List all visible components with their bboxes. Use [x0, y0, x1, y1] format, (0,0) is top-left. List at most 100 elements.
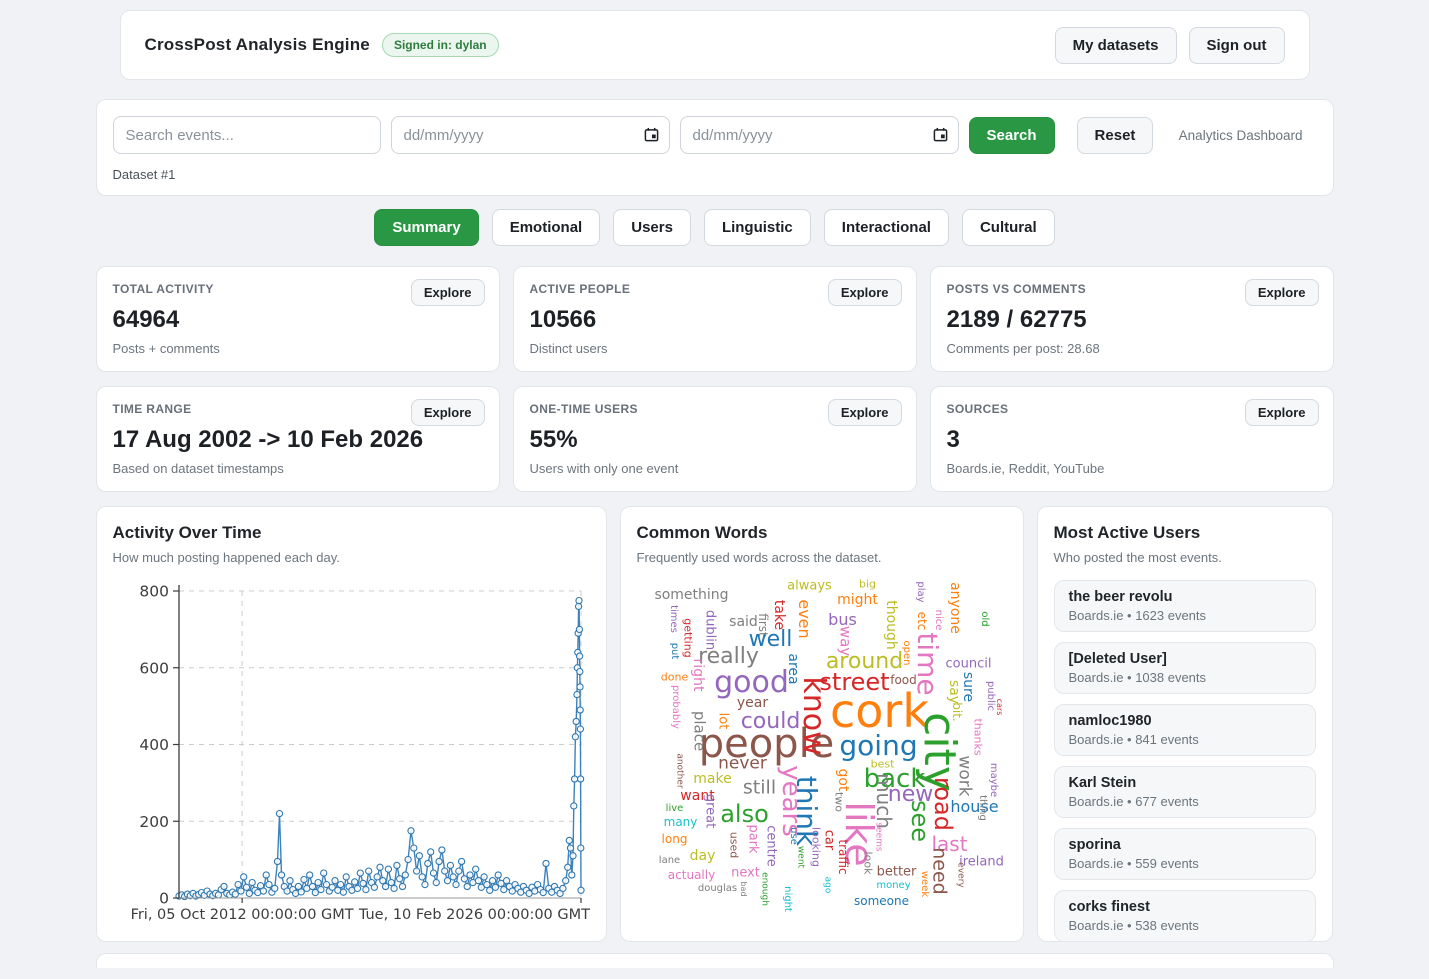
- cloud-word: times: [668, 605, 678, 633]
- cloud-word: always: [787, 580, 832, 593]
- cloud-word: food: [890, 674, 917, 686]
- cloud-word: say: [947, 680, 961, 704]
- cloud-word: probably: [670, 685, 680, 729]
- cloud-word: traffic: [837, 839, 849, 874]
- stats-grid: TOTAL ACTIVITY64964Posts + commentsExplo…: [96, 266, 1334, 492]
- cloud-word: take: [772, 600, 786, 630]
- cloud-word: might: [837, 593, 878, 607]
- cloud-word: someone: [854, 895, 909, 907]
- search-button[interactable]: Search: [969, 117, 1055, 154]
- user-meta: Boards.ie • 559 events: [1069, 856, 1301, 871]
- stat-card: TOTAL ACTIVITY64964Posts + commentsExplo…: [96, 266, 500, 372]
- date-from-input[interactable]: [391, 116, 670, 154]
- stat-card: ONE-TIME USERS55%Users with only one eve…: [513, 386, 917, 492]
- calendar-icon[interactable]: [644, 127, 659, 142]
- stat-sub: Posts + comments: [113, 341, 483, 356]
- tab-summary[interactable]: Summary: [374, 209, 478, 246]
- activity-chart: 0200400600800Fri, 05 Oct 2012 00:00:00 G…: [113, 573, 592, 925]
- svg-text:800: 800: [139, 583, 169, 601]
- date-to-wrap: [680, 116, 959, 154]
- word-cloud: corkpeoplecitylikeknowthinkgoodgoingtime…: [637, 569, 1009, 917]
- panels-row: Activity Over Time How much posting happ…: [96, 506, 1334, 942]
- cloud-word: week: [919, 871, 929, 897]
- date-from-wrap: [391, 116, 670, 154]
- cloud-word: looking: [810, 827, 821, 867]
- cloud-word: next: [731, 867, 760, 880]
- tab-linguistic[interactable]: Linguistic: [704, 209, 811, 246]
- cloud-word: work: [955, 755, 972, 796]
- user-meta: Boards.ie • 538 events: [1069, 918, 1301, 933]
- svg-text:Fri, 05 Oct 2012 00:00:00 GMT: Fri, 05 Oct 2012 00:00:00 GMT: [130, 907, 353, 923]
- date-to-input[interactable]: [680, 116, 959, 154]
- cloud-word: play: [915, 581, 925, 602]
- cloud-word: council: [946, 658, 992, 671]
- reset-button[interactable]: Reset: [1077, 117, 1154, 154]
- explore-button[interactable]: Explore: [411, 279, 485, 306]
- tab-users[interactable]: Users: [613, 209, 691, 246]
- cloud-word: long: [662, 833, 688, 845]
- cloud-word: though: [884, 600, 898, 650]
- cloud-word: ago: [822, 877, 831, 894]
- cloud-word: sure: [961, 672, 975, 702]
- user-card: corks finestBoards.ie • 538 events: [1054, 890, 1316, 942]
- activity-panel-subtitle: How much posting happened each day.: [113, 550, 590, 565]
- user-name: sporina: [1069, 837, 1301, 853]
- signed-in-badge: Signed in: dylan: [382, 33, 499, 57]
- cloud-word: money: [876, 881, 910, 891]
- cloud-word: anyone: [948, 582, 962, 634]
- cloud-word: something: [654, 588, 728, 602]
- stat-value: 55%: [530, 426, 900, 454]
- users-panel-subtitle: Who posted the most events.: [1054, 550, 1316, 565]
- sign-out-button[interactable]: Sign out: [1189, 27, 1285, 64]
- next-panel-top-edge: [96, 953, 1334, 968]
- cloud-word: better: [877, 866, 917, 879]
- user-name: the beer revolu: [1069, 589, 1301, 605]
- cloud-word: centre: [764, 825, 777, 867]
- cloud-word: douglas: [698, 884, 737, 894]
- explore-button[interactable]: Explore: [411, 399, 485, 426]
- cloud-word: enough: [759, 872, 768, 906]
- cloud-word: way: [837, 626, 852, 656]
- explore-button[interactable]: Explore: [1245, 399, 1319, 426]
- cloud-word: lane: [659, 856, 680, 866]
- cloud-word: actually: [668, 869, 715, 881]
- cloud-word: place: [691, 711, 706, 751]
- user-meta: Boards.ie • 1623 events: [1069, 608, 1301, 623]
- cloud-word: even: [796, 599, 812, 638]
- stat-value: 64964: [113, 306, 483, 334]
- cloud-word: lot: [716, 713, 729, 730]
- explore-button[interactable]: Explore: [828, 279, 902, 306]
- cloud-word: put: [669, 643, 679, 660]
- cloud-word: open: [901, 641, 911, 666]
- cloud-word: use: [788, 827, 798, 845]
- cloud-word: first: [757, 613, 769, 636]
- svg-text:400: 400: [139, 736, 169, 754]
- search-input[interactable]: [113, 116, 381, 154]
- user-name: namloc1980: [1069, 713, 1301, 729]
- user-card: [Deleted User]Boards.ie • 1038 events: [1054, 642, 1316, 694]
- user-card: Karl SteinBoards.ie • 677 events: [1054, 766, 1316, 818]
- cloud-word: never: [718, 756, 767, 773]
- cloud-word: bad: [739, 881, 747, 896]
- cloud-word: got: [836, 769, 850, 792]
- svg-text:600: 600: [139, 659, 169, 677]
- tab-interactional[interactable]: Interactional: [824, 209, 949, 246]
- svg-text:0: 0: [159, 890, 169, 908]
- tab-cultural[interactable]: Cultural: [962, 209, 1055, 246]
- calendar-icon[interactable]: [933, 127, 948, 142]
- cloud-word: ireland: [959, 856, 1004, 869]
- cloud-word: said: [729, 615, 758, 629]
- cloud-word: nice: [933, 610, 943, 631]
- wordcloud-panel-title: Common Words: [637, 523, 1007, 543]
- cloud-word: year: [737, 696, 768, 710]
- cloud-word: thing: [977, 795, 987, 821]
- cloud-word: seems: [873, 822, 882, 851]
- stat-sub: Boards.ie, Reddit, YouTube: [947, 461, 1317, 476]
- stat-value: 17 Aug 2002 -> 10 Feb 2026: [113, 426, 483, 454]
- explore-button[interactable]: Explore: [1245, 279, 1319, 306]
- my-datasets-button[interactable]: My datasets: [1055, 27, 1177, 64]
- stat-sub: Users with only one event: [530, 461, 900, 476]
- stat-card: SOURCES3Boards.ie, Reddit, YouTubeExplor…: [930, 386, 1334, 492]
- tab-emotional[interactable]: Emotional: [492, 209, 601, 246]
- explore-button[interactable]: Explore: [828, 399, 902, 426]
